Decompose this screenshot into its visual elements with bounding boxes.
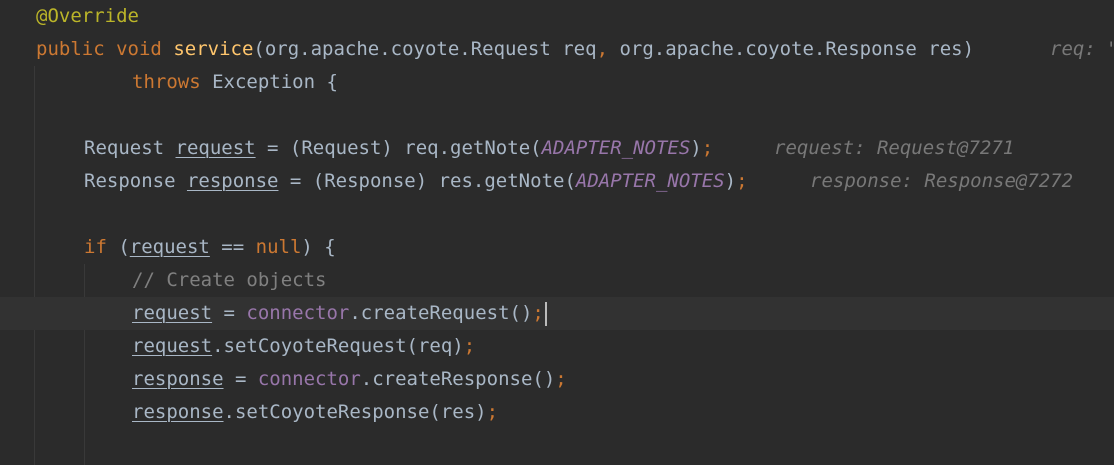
code-token: .setCoyoteRequest(req) [212,335,464,357]
code-line[interactable]: public void service(org.apache.coyote.Re… [0,33,1114,66]
code-token: Request [84,137,176,159]
code-token: = [212,302,247,324]
code-line[interactable]: response = connector.createResponse(); [0,363,1114,396]
code-line[interactable] [0,99,1114,132]
keyword-token: ; [736,170,748,192]
constant-token: ADAPTER_NOTES [541,137,691,159]
code-line[interactable]: Request request = (Request) req.getNote(… [0,132,1114,165]
code-text: Response response = (Response) res.getNo… [84,165,748,198]
keyword-token: ; [555,368,567,390]
local-variable: response [186,170,279,192]
code-text: public void service(org.apache.coyote.Re… [36,33,974,66]
text-caret [544,301,547,326]
comment-token: // Create objects [132,269,327,291]
code-token: = (Request) req.getNote( [255,137,542,159]
code-text: // Create objects [132,264,326,297]
code-line[interactable] [0,198,1114,231]
code-text: Request request = (Request) req.getNote(… [84,132,713,165]
code-token: ( [106,236,130,258]
keyword-token: ; [486,401,499,423]
code-text: @Override [36,0,139,33]
code-token: .createRequest() [349,302,533,324]
code-line[interactable]: @Override [0,0,1114,33]
code-token: ) [724,170,737,192]
code-token: ) [690,137,702,159]
debugger-inline-value: request: Request@7271 [774,137,1015,159]
local-variable: request [132,302,213,324]
keyword-token: null [255,236,302,258]
local-variable: request [132,335,213,357]
code-token: ) { [301,236,336,258]
code-text: response.setCoyoteResponse(res); [132,396,498,429]
code-line-current[interactable]: request = connector.createRequest(); [0,297,1114,330]
local-variable: request [129,236,210,258]
code-line[interactable]: throws Exception { [0,66,1114,99]
debugger-inline-value: req: " [1050,38,1114,60]
code-token: Response [84,170,187,192]
keyword-token: public [36,38,105,60]
method-name: service [173,38,254,60]
keyword-token: void [116,38,162,60]
code-token: Exception { [200,71,338,93]
local-variable: request [175,137,256,159]
code-text: response = connector.createResponse(); [132,363,567,396]
code-editor[interactable]: @Override public void service(org.apache.… [0,0,1114,465]
code-line[interactable]: if (request == null) { [0,231,1114,264]
keyword-token: ; [701,137,714,159]
code-line[interactable]: request.setCoyoteRequest(req); [0,330,1114,363]
field-token: connector [257,368,361,390]
keyword-token: ; [532,302,544,324]
local-variable: response [132,368,224,390]
code-token: == [209,236,256,258]
field-token: connector [246,302,350,324]
constant-token: ADAPTER_NOTES [575,170,725,192]
code-line[interactable]: Response response = (Response) res.getNo… [0,165,1114,198]
annotation-token: @Override [36,5,139,27]
keyword-token: , [596,38,609,60]
keyword-token: ; [463,335,476,357]
local-variable: response [132,401,224,423]
debugger-inline-value: response: Response@7272 [810,170,1074,192]
code-token: org.apache.coyote.Response res) [608,38,975,60]
code-token: .createResponse() [360,368,556,390]
code-token: (org.apache.coyote.Request req [253,38,597,60]
code-line[interactable]: response.setCoyoteResponse(res); [0,396,1114,429]
code-token: = [223,368,258,390]
code-line[interactable] [0,429,1114,462]
keyword-token: throws [132,71,201,93]
code-text: throws Exception { [132,66,338,99]
code-text: request.setCoyoteRequest(req); [132,330,475,363]
keyword-token: if [84,236,107,258]
code-text: request = connector.createRequest(); [132,297,547,330]
code-token: = (Response) res.getNote( [278,170,576,192]
code-text: if (request == null) { [84,231,336,264]
code-line[interactable]: // Create objects [0,264,1114,297]
code-token: .setCoyoteResponse(res) [223,401,487,423]
